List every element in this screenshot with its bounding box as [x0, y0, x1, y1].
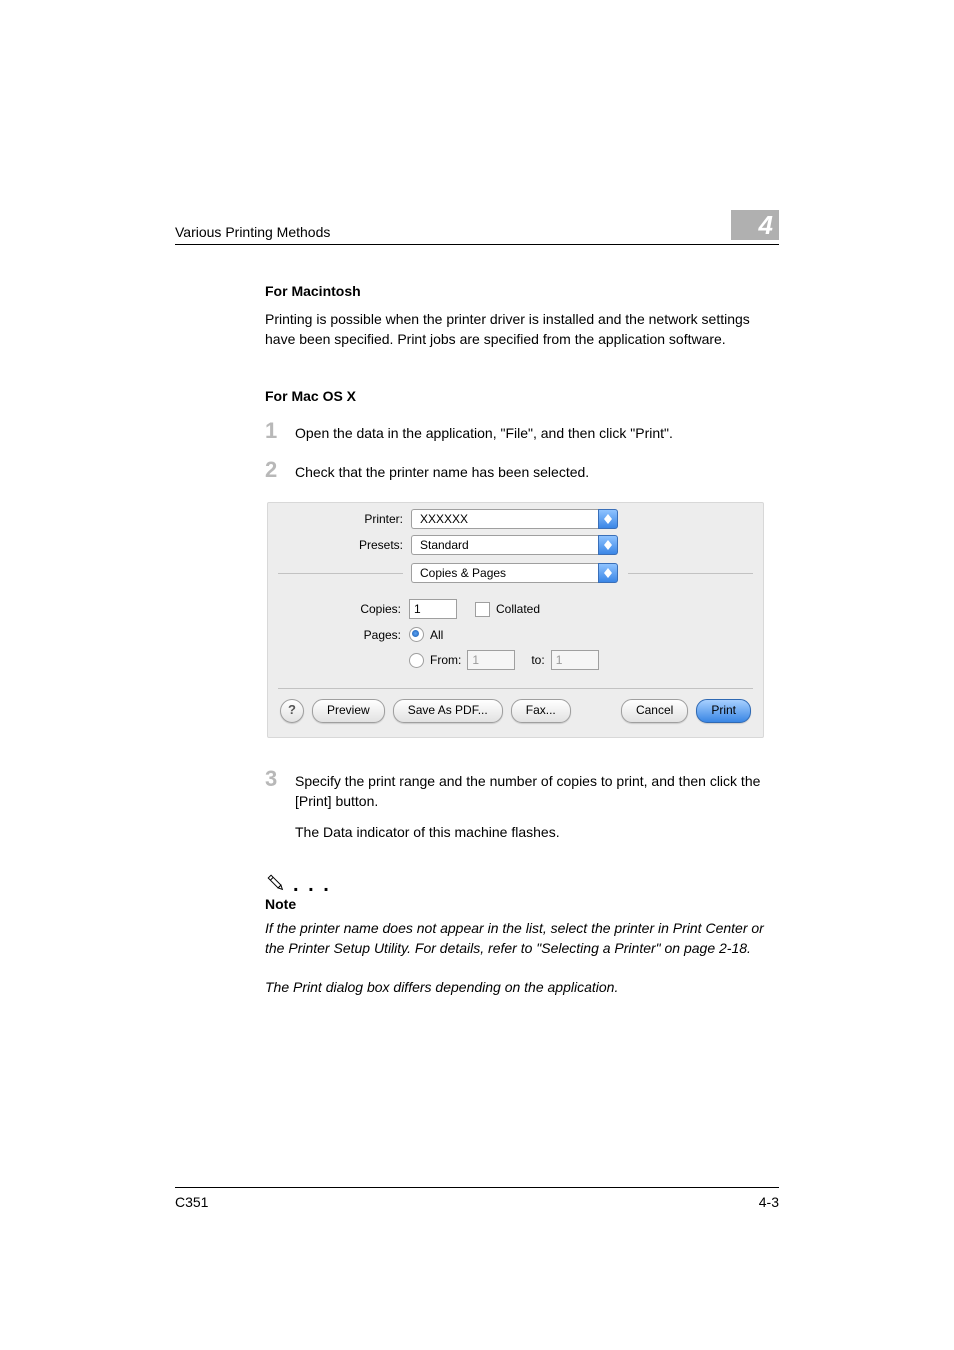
presets-select-value: Standard	[411, 535, 598, 555]
step-3: 3 Specify the print range and the number…	[265, 768, 779, 812]
save-as-pdf-button[interactable]: Save As PDF...	[393, 699, 503, 723]
footer-model: C351	[175, 1194, 208, 1210]
page: Various Printing Methods 4 For Macintosh…	[0, 0, 954, 1350]
presets-label: Presets:	[278, 538, 411, 552]
help-button[interactable]: ?	[280, 699, 304, 723]
updown-icon	[598, 563, 618, 583]
printer-select[interactable]: XXXXXX	[411, 509, 618, 529]
page-header: Various Printing Methods 4	[175, 210, 779, 245]
heading-for-macintosh: For Macintosh	[265, 283, 779, 299]
divider: Copies & Pages	[268, 555, 763, 583]
printer-label: Printer:	[278, 512, 411, 526]
heading-for-mac-os-x: For Mac OS X	[265, 388, 779, 404]
preview-button[interactable]: Preview	[312, 699, 385, 723]
pages-to-label: to:	[531, 653, 544, 667]
collated-checkbox[interactable]	[475, 602, 490, 617]
copies-input[interactable]: 1	[409, 599, 457, 619]
step-text: Specify the print range and the number o…	[295, 768, 779, 812]
printer-select-value: XXXXXX	[411, 509, 598, 529]
pages-label: Pages:	[288, 628, 409, 642]
pages-from-label: From:	[430, 653, 461, 667]
note-heading: Note	[265, 896, 779, 912]
pages-all-radio[interactable]	[409, 627, 424, 642]
collated-label: Collated	[496, 602, 540, 616]
step-2: 2 Check that the printer name has been s…	[265, 459, 779, 482]
chapter-number: 4	[731, 210, 779, 240]
step-3-subtext: The Data indicator of this machine flash…	[295, 822, 779, 842]
note-text-2: The Print dialog box differs depending o…	[265, 977, 779, 997]
pages-from-radio[interactable]	[409, 653, 424, 668]
pages-all-label: All	[430, 628, 443, 642]
copies-label: Copies:	[288, 602, 409, 616]
step-number: 3	[265, 768, 295, 790]
panel-select[interactable]: Copies & Pages	[411, 563, 618, 583]
note-block: . . . Note If the printer name does not …	[265, 872, 779, 997]
paragraph-for-macintosh: Printing is possible when the printer dr…	[265, 309, 779, 350]
footer-page-number: 4-3	[759, 1194, 779, 1210]
divider	[278, 688, 753, 689]
updown-icon	[598, 535, 618, 555]
presets-select[interactable]: Standard	[411, 535, 618, 555]
ellipsis-icon: . . .	[293, 880, 331, 894]
panel-select-value: Copies & Pages	[411, 563, 598, 583]
step-text: Open the data in the application, "File"…	[295, 420, 779, 443]
step-1: 1 Open the data in the application, "Fil…	[265, 420, 779, 443]
print-dialog: Printer: XXXXXX Presets: Standard	[267, 502, 764, 738]
step-text: Check that the printer name has been sel…	[295, 459, 779, 482]
print-button[interactable]: Print	[696, 699, 751, 723]
updown-icon	[598, 509, 618, 529]
step-number: 1	[265, 420, 295, 442]
fax-button[interactable]: Fax...	[511, 699, 571, 723]
step-number: 2	[265, 459, 295, 481]
pencil-icon	[265, 872, 287, 894]
pages-to-input[interactable]: 1	[551, 650, 599, 670]
pages-from-input[interactable]: 1	[467, 650, 515, 670]
note-text-1: If the printer name does not appear in t…	[265, 918, 779, 959]
page-footer: C351 4-3	[175, 1187, 779, 1210]
cancel-button[interactable]: Cancel	[621, 699, 688, 723]
header-title: Various Printing Methods	[175, 224, 330, 240]
dialog-footer: ? Preview Save As PDF... Fax... Cancel P…	[268, 699, 763, 727]
